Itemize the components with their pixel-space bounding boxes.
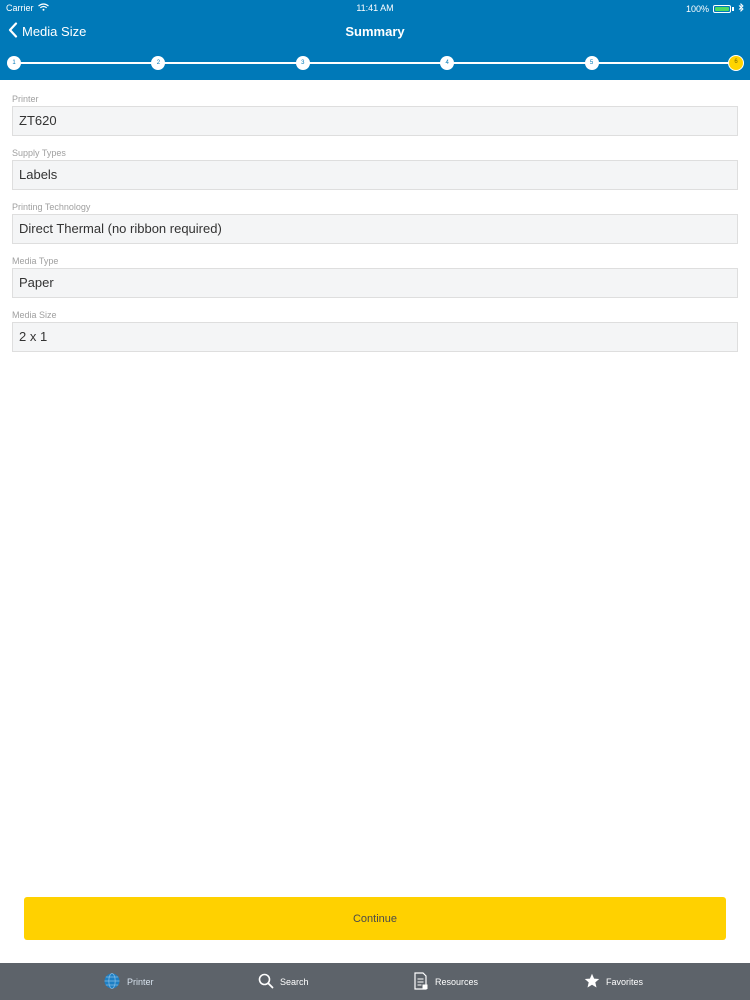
battery-group: 100% [685,2,744,14]
field-label: Printing Technology [12,202,91,212]
clock: 11:41 AM [356,3,394,13]
document-icon [413,971,429,992]
navigation-bar: Media Size Summary [0,18,750,46]
header: Carrier 11:41 AM 100% Media Size Summary… [0,0,750,80]
tab-label: Printer [127,976,154,987]
field-label: Supply Types [12,148,66,158]
battery-percent: 100% [685,3,709,14]
field-label: Media Size [12,310,57,320]
tab-favorites[interactable]: Favorites [584,963,643,1000]
tab-printer[interactable]: Printer [103,963,154,1000]
step-2[interactable]: 2 [151,56,166,70]
search-icon [258,973,274,991]
page-title: Summary [345,24,405,39]
status-bar: Carrier 11:41 AM 100% [0,0,750,16]
field-printer: Printer ZT620 [12,92,738,136]
field-value: ZT620 [12,106,738,136]
stepper-line [14,62,736,64]
field-label: Media Type [12,256,59,266]
globe-icon [103,972,121,992]
field-value: Paper [12,268,738,298]
field-value: Direct Thermal (no ribbon required) [12,214,738,244]
bluetooth-icon [738,2,744,14]
summary-form: Printer ZT620 Supply Types Labels Printi… [12,92,738,362]
tab-label: Favorites [606,976,644,987]
battery-tip [732,6,734,11]
step-6[interactable]: 6 [728,55,744,71]
step-5[interactable]: 5 [584,56,599,70]
battery-icon [713,4,731,13]
step-4[interactable]: 4 [440,56,455,70]
tab-bar: Printer Search Resources Favorites [0,963,750,1000]
field-printing-technology: Printing Technology Direct Thermal (no r… [12,200,738,244]
step-1[interactable]: 1 [7,56,21,70]
field-label: Printer [12,94,39,104]
tab-label: Search [280,976,309,987]
star-icon [584,973,600,991]
tab-label: Resources [435,976,479,987]
field-media-size: Media Size 2 x 1 [12,308,738,352]
field-supply-types: Supply Types Labels [12,146,738,190]
continue-button[interactable]: Continue [24,897,726,940]
field-media-type: Media Type Paper [12,254,738,298]
tab-resources[interactable]: Resources [413,963,478,1000]
field-value: Labels [12,160,738,190]
step-3[interactable]: 3 [295,56,310,70]
field-value: 2 x 1 [12,322,738,352]
tab-search[interactable]: Search [258,963,309,1000]
